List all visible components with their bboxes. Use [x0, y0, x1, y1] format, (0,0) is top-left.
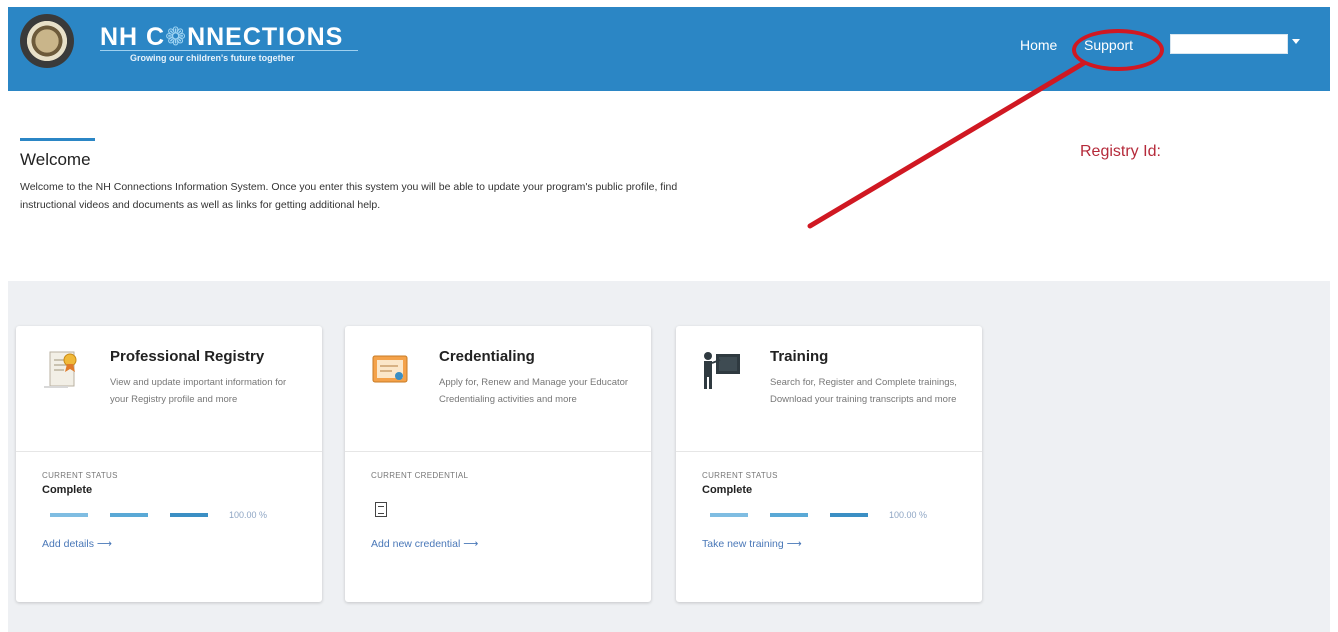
progress-bar: [50, 513, 208, 518]
status-label: CURRENT CREDENTIAL: [371, 471, 469, 480]
card-training[interactable]: Training Search for, Register and Comple…: [676, 326, 982, 602]
registry-id-label: Registry Id:: [1080, 143, 1161, 160]
add-details-link[interactable]: Add details ⟶: [42, 538, 112, 550]
credential-card-icon: [372, 355, 408, 383]
card-description: View and update important information fo…: [110, 377, 287, 405]
user-menu-field[interactable]: [1170, 34, 1288, 54]
status-value: Complete: [42, 484, 93, 496]
nav-home-link[interactable]: Home: [1020, 37, 1057, 53]
card-description: Apply for, Renew and Manage your Educato…: [439, 377, 629, 405]
brand-logo-title[interactable]: NH C❁NNECTIONS: [100, 22, 343, 52]
card-credentialing[interactable]: Credentialing Apply for, Renew and Manag…: [345, 326, 651, 602]
certificate-icon: [44, 351, 77, 388]
progress-percent: 100.00 %: [889, 510, 928, 520]
status-label: CURRENT STATUS: [42, 471, 118, 480]
brand-divider: [100, 50, 358, 51]
card-divider: [676, 451, 982, 452]
state-seal-icon[interactable]: [20, 14, 74, 68]
card-title: Professional Registry: [110, 348, 265, 365]
card-divider: [16, 451, 322, 452]
progress-bar: [710, 513, 868, 518]
card-professional-registry[interactable]: Professional Registry View and update im…: [16, 326, 322, 602]
add-new-credential-link[interactable]: Add new credential ⟶: [371, 538, 478, 550]
card-title: Training: [770, 348, 829, 365]
take-new-training-link[interactable]: Take new training ⟶: [702, 538, 802, 550]
card-description: Search for, Register and Complete traini…: [770, 377, 957, 405]
support-highlight-ellipse: [1072, 29, 1164, 71]
welcome-title: Welcome: [20, 150, 91, 169]
welcome-accent-bar: [20, 138, 95, 141]
status-value: Complete: [702, 484, 753, 496]
document-icon: [375, 502, 387, 517]
teacher-board-icon: [704, 352, 740, 389]
progress-percent: 100.00 %: [229, 510, 268, 520]
caret-down-icon[interactable]: [1292, 39, 1300, 44]
status-label: CURRENT STATUS: [702, 471, 778, 480]
card-divider: [345, 451, 651, 452]
leaf-icon: ❁: [165, 23, 188, 51]
card-title: Credentialing: [439, 348, 535, 365]
welcome-text: Welcome to the NH Connections Informatio…: [20, 181, 678, 211]
brand-tagline: Growing our children's future together: [130, 53, 295, 63]
